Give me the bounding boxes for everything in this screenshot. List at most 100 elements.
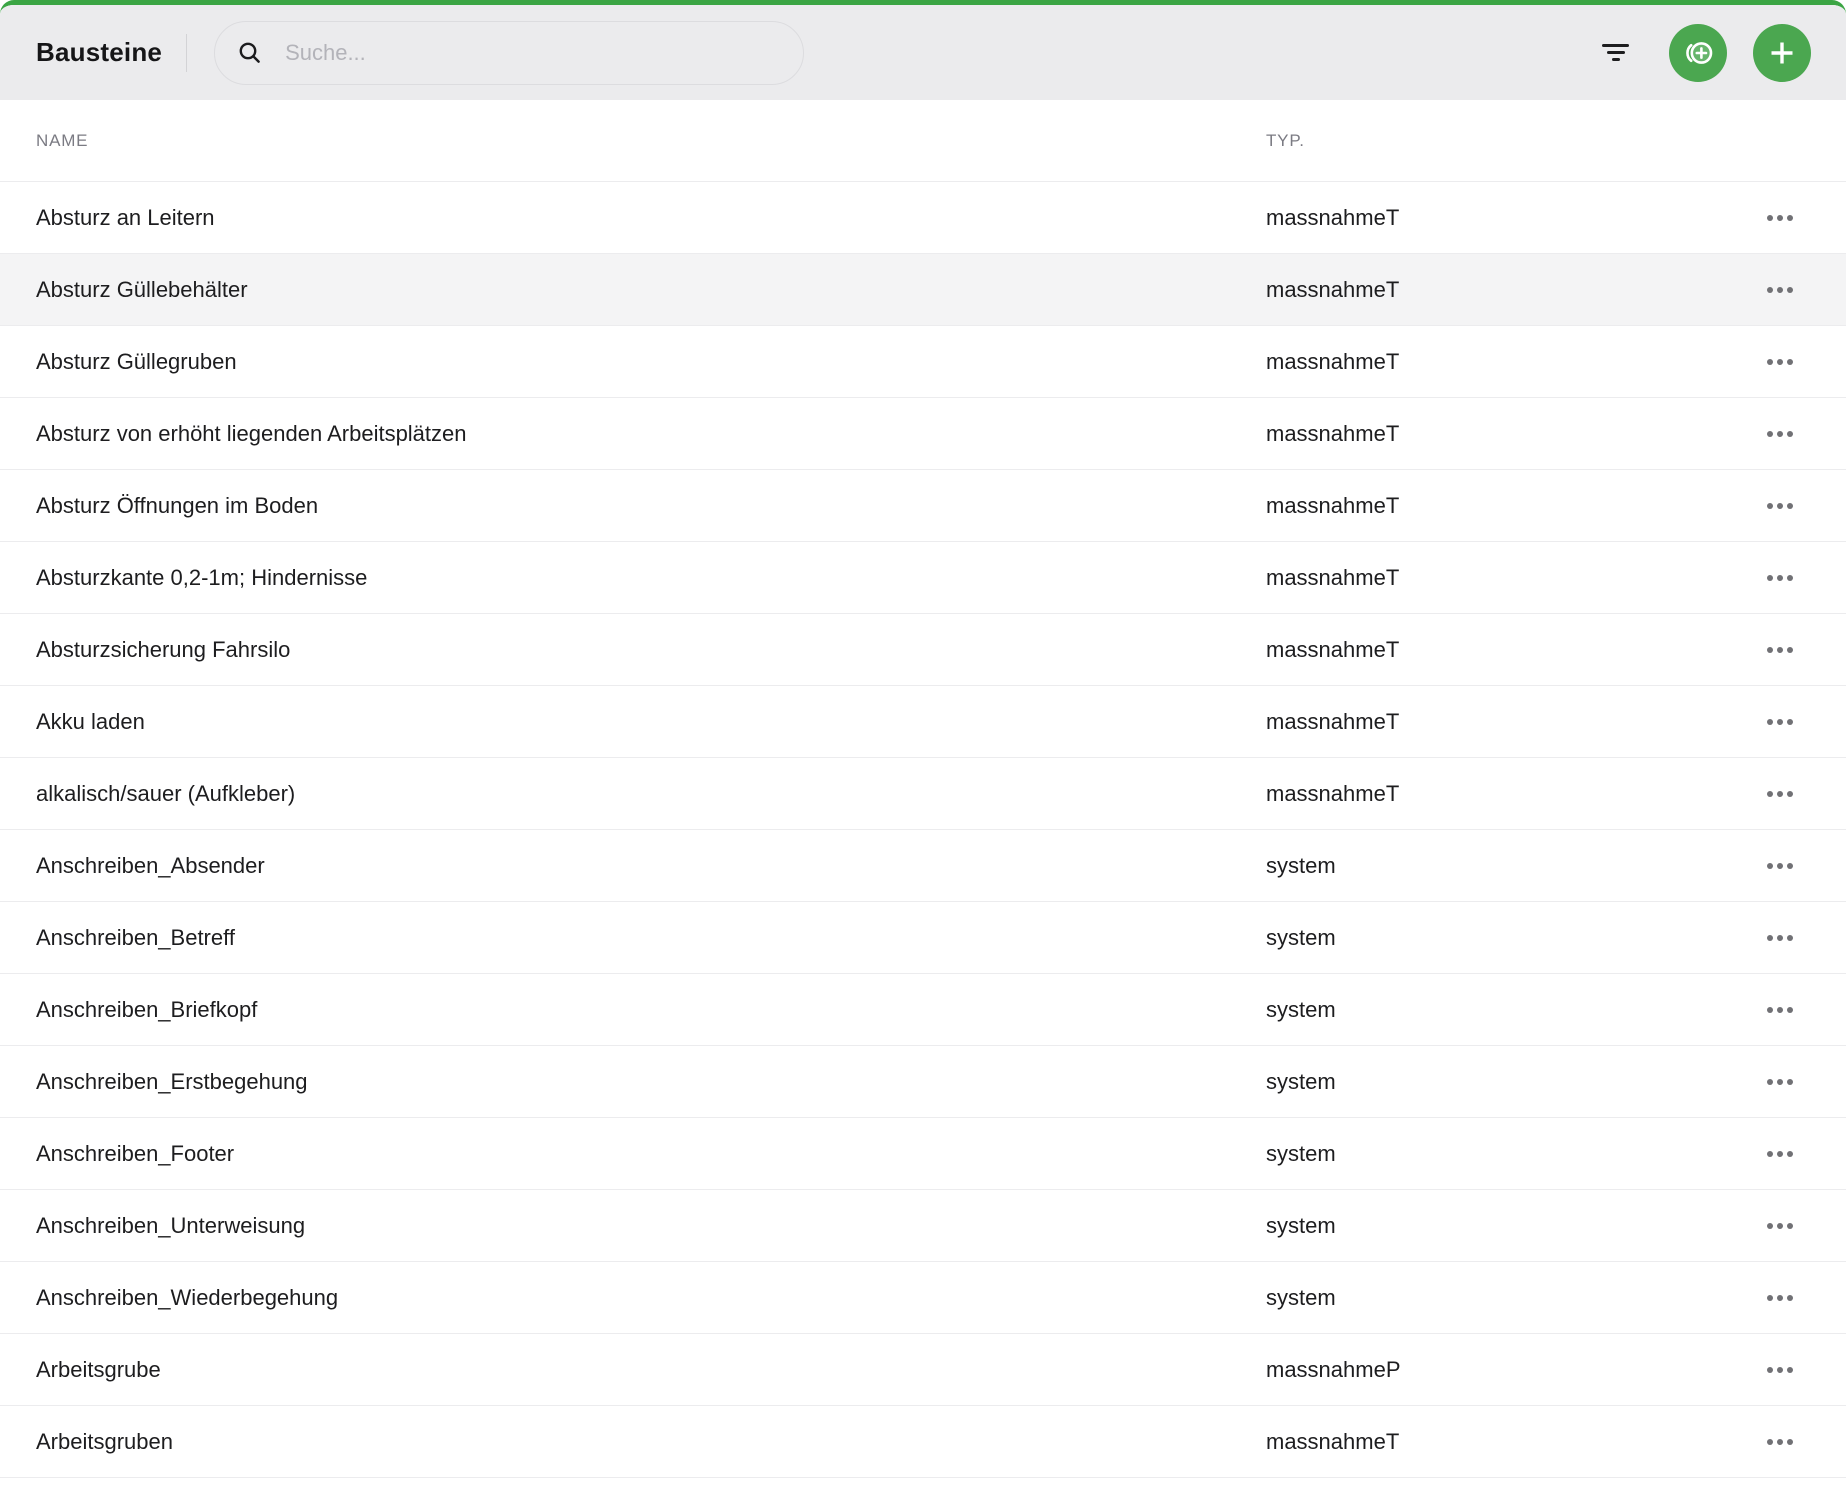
row-menu-button[interactable]	[1750, 641, 1810, 659]
row-type: system	[1266, 1212, 1336, 1238]
row-name: Arbeitsgrube	[36, 1356, 161, 1382]
row-type: system	[1266, 1284, 1336, 1310]
row-name: Absturz Güllegruben	[36, 348, 237, 374]
row-name: Anschreiben_Briefkopf	[36, 996, 258, 1022]
row-name: Anschreiben_Betreff	[36, 924, 235, 950]
row-type: massnahmeT	[1266, 564, 1400, 590]
row-menu-button[interactable]	[1750, 1145, 1810, 1163]
table-row[interactable]: Absturz Öffnungen im Boden massnahmeT	[0, 470, 1846, 542]
column-header-type: TYP.	[1266, 130, 1305, 150]
row-name: Anschreiben_Erstbegehung	[36, 1068, 308, 1094]
row-menu-button[interactable]	[1750, 785, 1810, 803]
table-row[interactable]: alkalisch/sauer (Aufkleber) massnahmeT	[0, 758, 1846, 830]
table-row[interactable]: Arbeitsgruben massnahmeT	[0, 1406, 1846, 1478]
page-title: Bausteine	[36, 37, 163, 67]
row-menu-button[interactable]	[1750, 209, 1810, 227]
header-divider	[186, 33, 188, 72]
ellipsis-icon	[1767, 718, 1773, 725]
row-name: Anschreiben_Absender	[36, 852, 265, 878]
row-type: massnahmeT	[1266, 276, 1400, 302]
filter-icon	[1602, 44, 1629, 47]
table-row[interactable]: Absturzsicherung Fahrsilo massnahmeT	[0, 614, 1846, 686]
row-name: Akku laden	[36, 708, 145, 734]
row-menu-button[interactable]	[1750, 1433, 1810, 1451]
table-row[interactable]: Anschreiben_Footer system	[0, 1118, 1846, 1190]
search-input[interactable]	[283, 38, 786, 67]
ellipsis-icon	[1767, 286, 1773, 293]
ellipsis-icon	[1767, 1006, 1773, 1013]
row-name: Absturz an Leitern	[36, 204, 215, 230]
table-row[interactable]: Absturz an Leitern massnahmeT	[0, 182, 1846, 254]
table-row[interactable]: Anschreiben_Betreff system	[0, 902, 1846, 974]
table-row[interactable]: Anschreiben_Wiederbegehung system	[0, 1262, 1846, 1334]
table-row[interactable]: Anschreiben_Briefkopf system	[0, 974, 1846, 1046]
filter-button[interactable]	[1602, 44, 1629, 61]
row-menu-button[interactable]	[1750, 857, 1810, 875]
row-menu-button[interactable]	[1750, 1361, 1810, 1379]
row-menu-button[interactable]	[1750, 353, 1810, 371]
ellipsis-icon	[1767, 430, 1773, 437]
row-name: Absturz Öffnungen im Boden	[36, 492, 319, 518]
table-header: NAME TYP.	[0, 100, 1846, 182]
row-menu-button[interactable]	[1750, 497, 1810, 515]
copy-plus-icon	[1680, 35, 1716, 71]
row-menu-button[interactable]	[1750, 929, 1810, 947]
row-type: massnahmeT	[1266, 204, 1400, 230]
row-type: massnahmeT	[1266, 420, 1400, 446]
row-menu-button[interactable]	[1750, 1217, 1810, 1235]
page: Bausteine Suche... NAME TYP. Absturz an …	[0, 0, 1846, 1500]
row-type: system	[1266, 996, 1336, 1022]
row-menu-button[interactable]	[1750, 1073, 1810, 1091]
row-menu-button[interactable]	[1750, 1001, 1810, 1019]
row-type: massnahmeT	[1266, 492, 1400, 518]
plus-icon	[1765, 36, 1799, 70]
ellipsis-icon	[1767, 1294, 1773, 1301]
row-menu-button[interactable]	[1750, 425, 1810, 443]
row-menu-button[interactable]	[1750, 281, 1810, 299]
table-row[interactable]: Arbeitsgrube massnahmeP	[0, 1334, 1846, 1406]
add-button[interactable]	[1753, 23, 1811, 82]
row-name: Anschreiben_Unterweisung	[36, 1212, 306, 1238]
header-bar: Bausteine	[0, 5, 1846, 100]
row-type: system	[1266, 924, 1336, 950]
ellipsis-icon	[1767, 1150, 1773, 1157]
ellipsis-icon	[1767, 1366, 1773, 1373]
row-name: Arbeitsgruben	[36, 1428, 173, 1454]
row-menu-button[interactable]	[1750, 569, 1810, 587]
row-name: Anschreiben_Wiederbegehung	[36, 1284, 339, 1310]
row-type: system	[1266, 852, 1336, 878]
row-menu-button[interactable]	[1750, 713, 1810, 731]
row-type: massnahmeT	[1266, 636, 1400, 662]
column-header-name: NAME	[36, 130, 89, 150]
row-type: massnahmeT	[1266, 1428, 1400, 1454]
ellipsis-icon	[1767, 574, 1773, 581]
row-type: massnahmeP	[1266, 1356, 1401, 1382]
ellipsis-icon	[1767, 214, 1773, 221]
ellipsis-icon	[1767, 646, 1773, 653]
table-row[interactable]: Anschreiben_Absender system	[0, 830, 1846, 902]
table-row[interactable]: Anschreiben_Unterweisung system	[0, 1190, 1846, 1262]
ellipsis-icon	[1767, 1222, 1773, 1229]
row-name: Absturzkante 0,2-1m; Hindernisse	[36, 564, 368, 590]
row-name: alkalisch/sauer (Aufkleber)	[36, 780, 296, 806]
row-type: massnahmeT	[1266, 708, 1400, 734]
table-row[interactable]: Absturz Güllegruben massnahmeT	[0, 326, 1846, 398]
row-type: massnahmeT	[1266, 348, 1400, 374]
search-icon	[237, 40, 263, 66]
ellipsis-icon	[1767, 502, 1773, 509]
table-row[interactable]: Absturz Güllebehälter massnahmeT	[0, 254, 1846, 326]
table-row[interactable]: Anschreiben_Erstbegehung system	[0, 1046, 1846, 1118]
ellipsis-icon	[1767, 1438, 1773, 1445]
table-row[interactable]: Absturz von erhöht liegenden Arbeitsplät…	[0, 398, 1846, 470]
table-row[interactable]: Akku laden massnahmeT	[0, 686, 1846, 758]
row-name: Absturzsicherung Fahrsilo	[36, 636, 291, 662]
row-name: Anschreiben_Footer	[36, 1140, 235, 1166]
ellipsis-icon	[1767, 358, 1773, 365]
ellipsis-icon	[1767, 934, 1773, 941]
ellipsis-icon	[1767, 862, 1773, 869]
table-row[interactable]: Absturzkante 0,2-1m; Hindernisse massnah…	[0, 542, 1846, 614]
row-type: massnahmeT	[1266, 780, 1400, 806]
row-menu-button[interactable]	[1750, 1289, 1810, 1307]
add-from-template-button[interactable]	[1669, 23, 1727, 82]
table-body: Absturz an Leitern massnahmeT Absturz Gü…	[0, 182, 1846, 1478]
